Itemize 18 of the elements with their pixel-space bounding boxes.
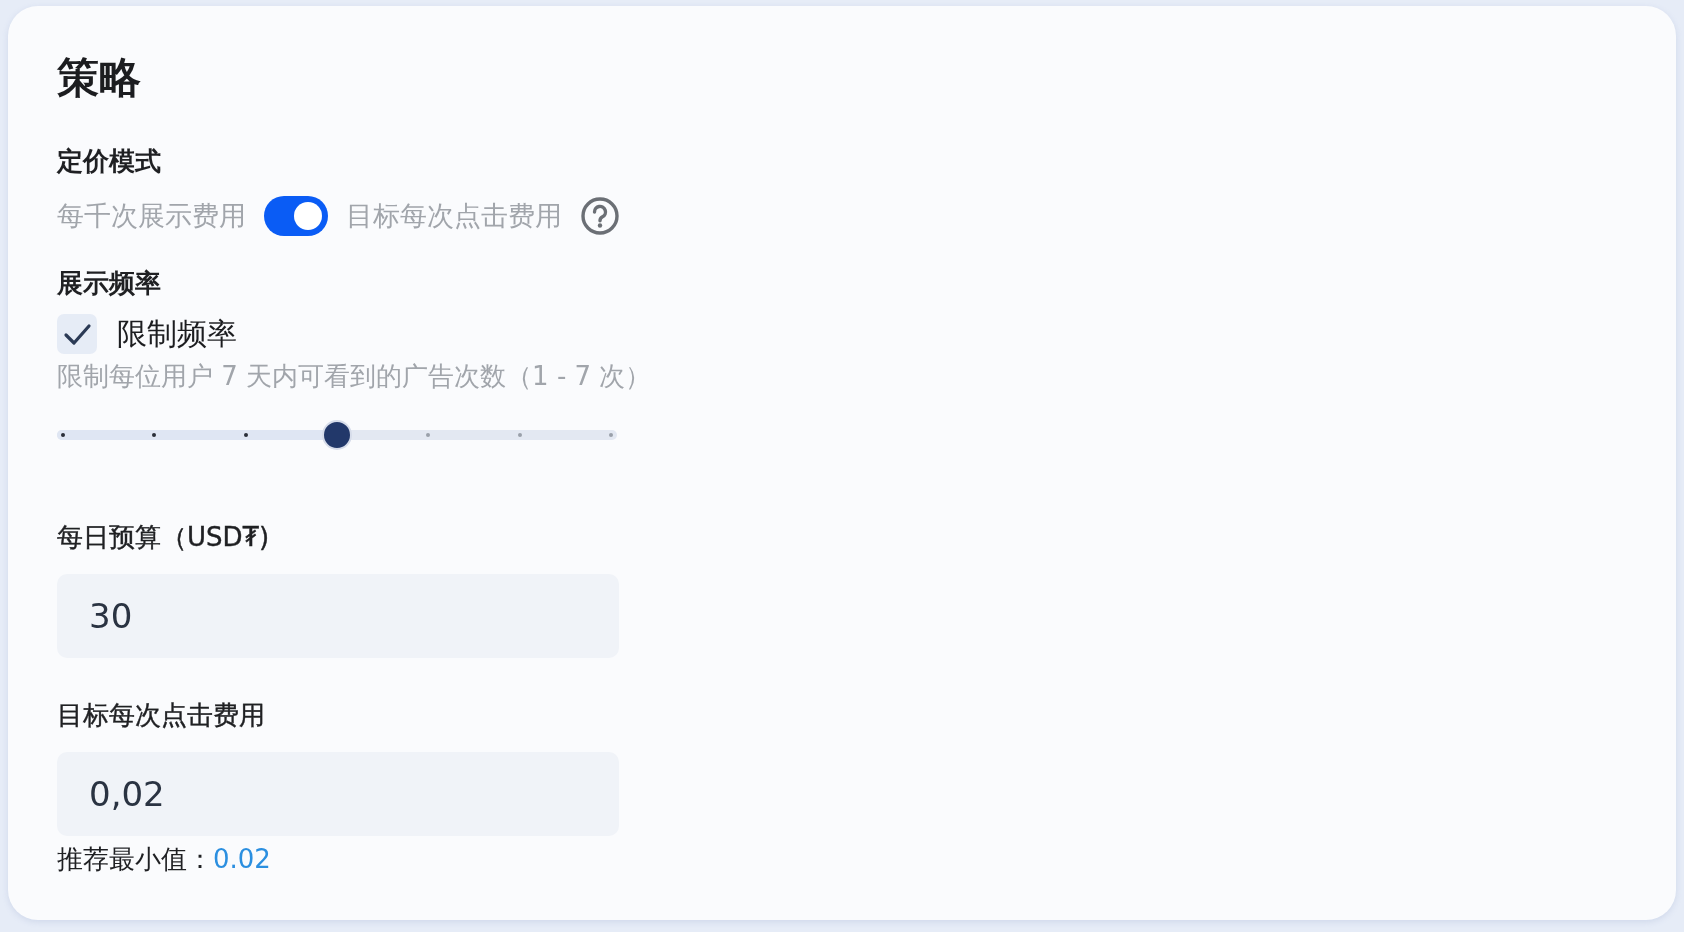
field-label: 每日预算（USD₮)	[57, 520, 270, 554]
toggle-switch[interactable]	[264, 196, 328, 236]
input-field[interactable]: 0,02	[57, 751, 619, 836]
hint-text: 推荐最小值：	[57, 843, 213, 876]
field-label: 展示频率	[57, 267, 161, 300]
checkbox[interactable]	[57, 314, 97, 354]
slider-thumb[interactable]	[322, 420, 352, 450]
help-icon[interactable]	[580, 196, 620, 236]
description-text: 限制每位用户 7 天内可看到的广告次数（1 - 7 次）	[57, 360, 652, 393]
section-title: 策略	[57, 52, 141, 104]
checkbox-label: 限制频率	[117, 315, 237, 353]
option-label: 目标每次点击费用	[346, 199, 562, 233]
field-label: 定价模式	[57, 145, 161, 178]
slider[interactable]	[57, 418, 617, 450]
hint-value: 0.02	[213, 843, 271, 876]
field-label: 目标每次点击费用	[57, 698, 265, 732]
input-field[interactable]: 30	[57, 573, 619, 658]
option-label: 每千次展示费用	[57, 199, 246, 233]
